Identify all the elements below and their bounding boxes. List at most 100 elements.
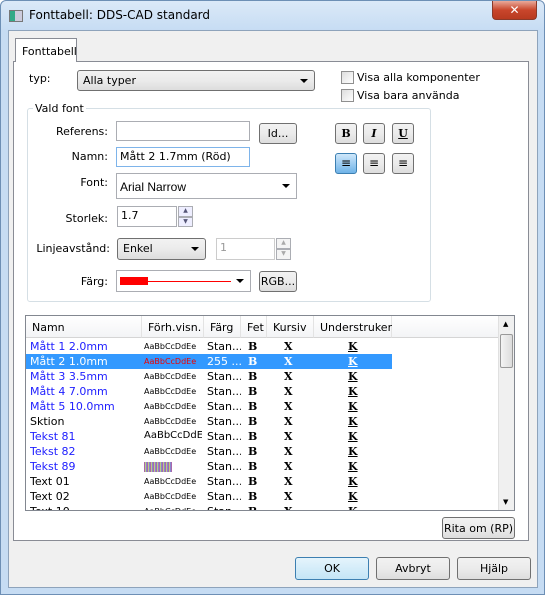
- italic-icon[interactable]: X: [284, 490, 293, 503]
- underline-icon[interactable]: K: [348, 415, 358, 428]
- scroll-thumb[interactable]: [500, 334, 513, 368]
- chevron-down-icon: [191, 247, 199, 251]
- underline-icon[interactable]: K: [348, 490, 358, 503]
- list-row[interactable]: Tekst 82 AaBbCcDdEe Stan... B X K: [26, 444, 392, 459]
- list-row[interactable]: Text 02 AaBbCcDdEe Stan... B X K: [26, 489, 392, 504]
- underline-icon[interactable]: K: [348, 505, 358, 510]
- column-farg[interactable]: Färg: [204, 316, 241, 338]
- bold-icon[interactable]: B: [248, 370, 257, 383]
- bold-icon[interactable]: B: [248, 490, 257, 503]
- cancel-button[interactable]: Avbryt: [376, 557, 450, 580]
- show-all-label: Visa alla komponenter: [357, 71, 480, 84]
- bold-icon[interactable]: B: [248, 460, 257, 473]
- italic-icon[interactable]: X: [284, 340, 293, 353]
- list-row[interactable]: Mått 5 10.0mm AaBbCcDdEe Stan... B X K: [26, 399, 392, 414]
- farg-select[interactable]: [116, 270, 251, 292]
- namn-input[interactable]: Mått 2 1.7mm (Röd): [116, 147, 250, 167]
- list-row[interactable]: Sktion AaBbCcDdEe Stan... B X K: [26, 414, 392, 429]
- redraw-button[interactable]: Rita om (RP): [442, 517, 515, 539]
- font-list[interactable]: Namn Förh.visn. Färg Fet Kursiv Understr…: [25, 315, 515, 511]
- column-fet[interactable]: Fet: [241, 316, 267, 338]
- italic-icon[interactable]: X: [284, 385, 293, 398]
- align-left-button[interactable]: ≡: [335, 153, 357, 174]
- show-used-checkbox[interactable]: [341, 89, 354, 102]
- list-row[interactable]: Tekst 81 AaBbCcDdE Stan... B X K: [26, 429, 392, 444]
- storlek-label: Storlek:: [65, 212, 108, 225]
- underline-icon[interactable]: K: [348, 400, 358, 413]
- font-name: Text 01: [30, 475, 70, 488]
- preview-text: AaBbCcDdEe: [144, 387, 197, 396]
- font-label: Font:: [80, 176, 108, 189]
- ok-button[interactable]: OK: [295, 557, 369, 580]
- list-row[interactable]: Text 10 AaBbCcDdEe Stan... B X K: [26, 504, 392, 510]
- close-button[interactable]: ✕: [492, 1, 537, 20]
- scroll-down-icon[interactable]: ▼: [503, 498, 508, 506]
- italic-icon[interactable]: X: [284, 415, 293, 428]
- column-preview[interactable]: Förh.visn.: [142, 316, 204, 338]
- preview-text: AaBbCcDdEe: [144, 357, 197, 366]
- spin-down-icon[interactable]: ▼: [178, 217, 193, 227]
- bold-icon[interactable]: B: [248, 340, 257, 353]
- underline-icon[interactable]: K: [348, 355, 358, 368]
- bold-icon[interactable]: B: [248, 505, 257, 510]
- underline-icon[interactable]: K: [348, 445, 358, 458]
- bold-icon[interactable]: B: [248, 430, 257, 443]
- id-button[interactable]: Id...: [259, 123, 297, 144]
- list-row[interactable]: Mått 3 3.5mm AaBbCcDdEe Stan... B X K: [26, 369, 392, 384]
- list-row[interactable]: Tekst 89 Stan... B X K: [26, 459, 392, 474]
- storlek-input[interactable]: 1.7: [117, 206, 177, 227]
- list-row[interactable]: Mått 4 7.0mm AaBbCcDdEe Stan... B X K: [26, 384, 392, 399]
- list-scrollbar[interactable]: ▲ ▼: [498, 316, 514, 510]
- column-understruken[interactable]: Understruken: [314, 316, 395, 338]
- align-center-icon: ≡: [368, 156, 380, 170]
- align-right-button[interactable]: ≡: [392, 153, 414, 174]
- bold-button[interactable]: B: [335, 123, 357, 144]
- scroll-up-icon[interactable]: ▲: [503, 320, 508, 328]
- underline-icon[interactable]: K: [348, 385, 358, 398]
- bold-icon[interactable]: B: [248, 415, 257, 428]
- spin-up-icon: ▲: [276, 238, 291, 249]
- underline-icon[interactable]: K: [348, 460, 358, 473]
- bold-icon[interactable]: B: [248, 445, 257, 458]
- font-select[interactable]: Arial Narrow: [116, 173, 297, 199]
- column-namn[interactable]: Namn: [26, 316, 142, 338]
- italic-icon[interactable]: X: [284, 370, 293, 383]
- referens-input[interactable]: [116, 121, 250, 141]
- italic-icon[interactable]: X: [284, 355, 293, 368]
- italic-icon[interactable]: X: [284, 505, 293, 510]
- app-icon: [9, 10, 23, 22]
- underline-icon[interactable]: K: [348, 430, 358, 443]
- bold-icon[interactable]: B: [248, 400, 257, 413]
- bold-icon[interactable]: B: [248, 475, 257, 488]
- bold-icon[interactable]: B: [248, 385, 257, 398]
- tab-fonttabell[interactable]: Fonttabell: [15, 38, 77, 62]
- show-all-checkbox[interactable]: [341, 71, 354, 84]
- typ-label: typ:: [29, 72, 51, 85]
- list-row[interactable]: Mått 2 1.0mm AaBbCcDdEe 255 ... B X K: [26, 354, 392, 369]
- underline-icon[interactable]: K: [348, 340, 358, 353]
- font-color: Stan...: [207, 370, 241, 383]
- linjeavstand-select[interactable]: Enkel: [117, 238, 206, 260]
- list-row[interactable]: Text 01 AaBbCcDdEe Stan... B X K: [26, 474, 392, 489]
- underline-icon[interactable]: K: [348, 475, 358, 488]
- help-button[interactable]: Hjälp: [457, 557, 531, 580]
- bold-icon[interactable]: B: [248, 355, 257, 368]
- rgb-button[interactable]: RGB...: [259, 271, 297, 292]
- italic-icon[interactable]: X: [284, 400, 293, 413]
- font-name: Tekst 81: [30, 430, 76, 443]
- align-center-button[interactable]: ≡: [363, 153, 385, 174]
- font-color: Stan...: [207, 385, 241, 398]
- italic-icon[interactable]: X: [284, 445, 293, 458]
- italic-icon[interactable]: X: [284, 475, 293, 488]
- spin-up-icon[interactable]: ▲: [178, 206, 193, 217]
- italic-icon[interactable]: X: [284, 460, 293, 473]
- typ-select[interactable]: Alla typer: [77, 70, 315, 91]
- underline-icon[interactable]: K: [348, 370, 358, 383]
- underline-button[interactable]: U: [392, 123, 414, 144]
- spin-down-icon: ▼: [276, 249, 291, 260]
- italic-button[interactable]: I: [363, 123, 385, 144]
- italic-icon[interactable]: X: [284, 430, 293, 443]
- list-row[interactable]: Mått 1 2.0mm AaBbCcDdEe Stan... B X K: [26, 339, 392, 354]
- chevron-down-icon: [236, 279, 244, 283]
- column-kursiv[interactable]: Kursiv: [267, 316, 314, 338]
